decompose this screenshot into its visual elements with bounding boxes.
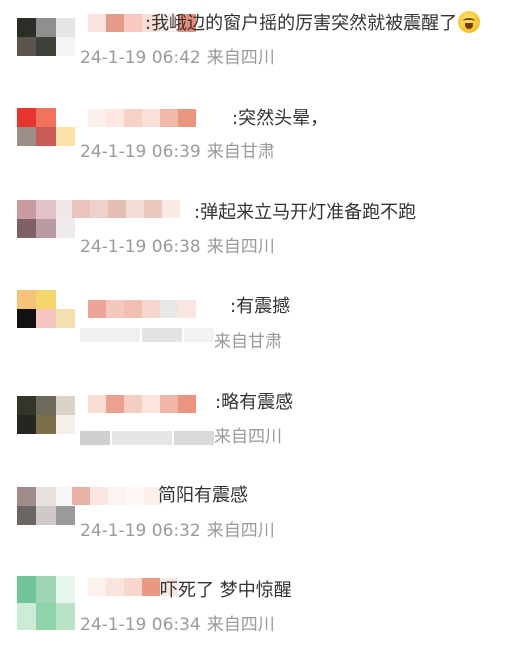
comment-item: 简阳有震感 24-1-19 06:32 来自四川 <box>0 475 532 570</box>
comment-text: :弹起来立马开灯准备跑不跑 <box>194 202 417 223</box>
avatar[interactable] <box>17 290 75 328</box>
comment-time-blurred <box>80 325 216 345</box>
username-blurred[interactable] <box>88 393 196 415</box>
comment-time: 24-1-19 06:32 <box>80 521 201 541</box>
comment-source: 来自甘肃 <box>214 332 282 352</box>
avatar[interactable] <box>17 576 75 630</box>
comment-source: 来自四川 <box>214 427 282 447</box>
username-blurred[interactable] <box>72 198 180 220</box>
avatar[interactable] <box>17 200 75 238</box>
username-blurred[interactable] <box>88 107 196 129</box>
comment-time: 24-1-19 06:42 <box>80 48 201 68</box>
avatar[interactable] <box>17 396 75 434</box>
comment-item: :我峨边的窗户摇的厉害突然就被震醒了 24-1-19 06:42 来自四川 <box>0 0 532 95</box>
comment-meta: 24-1-19 06:34 来自四川 <box>80 614 275 636</box>
comment-meta: 24-1-19 06:39 来自甘肃 <box>80 141 275 163</box>
comment-text: 简阳有震感 <box>158 485 248 506</box>
comment-meta: 24-1-19 06:38 来自四川 <box>80 236 275 258</box>
avatar[interactable] <box>17 18 75 56</box>
username-blurred[interactable] <box>88 298 196 320</box>
surprised-emoji-icon <box>458 11 481 33</box>
comment-item: :略有震感 来自四川 <box>0 380 532 475</box>
comment-text: :我峨边的窗户摇的厉害突然就被震醒了 <box>145 11 481 35</box>
comment-item: :突然头晕， 24-1-19 06:39 来自甘肃 <box>0 95 532 190</box>
comment-item: :弹起来立马开灯准备跑不跑 24-1-19 06:38 来自四川 <box>0 190 532 285</box>
comment-source: 来自四川 <box>206 521 275 541</box>
comment-source: 来自甘肃 <box>206 142 275 162</box>
comment-source: 来自四川 <box>206 237 275 257</box>
comment-text: 吓死了 梦中惊醒 <box>160 580 292 601</box>
comment-text: :略有震感 <box>215 392 294 413</box>
comment-text: :突然头晕， <box>232 108 329 129</box>
comment-meta: 24-1-19 06:42 来自四川 <box>80 47 275 69</box>
comment-source: 来自四川 <box>206 615 275 635</box>
avatar[interactable] <box>17 487 75 525</box>
comment-source: 来自四川 <box>206 48 275 68</box>
comment-text: :有震撼 <box>230 296 291 317</box>
comment-time: 24-1-19 06:34 <box>80 615 201 635</box>
comment-time: 24-1-19 06:38 <box>80 237 201 257</box>
comment-meta: 24-1-19 06:32 来自四川 <box>80 520 275 542</box>
comment-time-blurred <box>80 428 216 448</box>
avatar[interactable] <box>17 108 75 146</box>
comment-item: :有震撼 来自甘肃 <box>0 285 532 380</box>
comment-item: 吓死了 梦中惊醒 24-1-19 06:34 来自四川 <box>0 570 532 665</box>
comment-time: 24-1-19 06:39 <box>80 142 201 162</box>
